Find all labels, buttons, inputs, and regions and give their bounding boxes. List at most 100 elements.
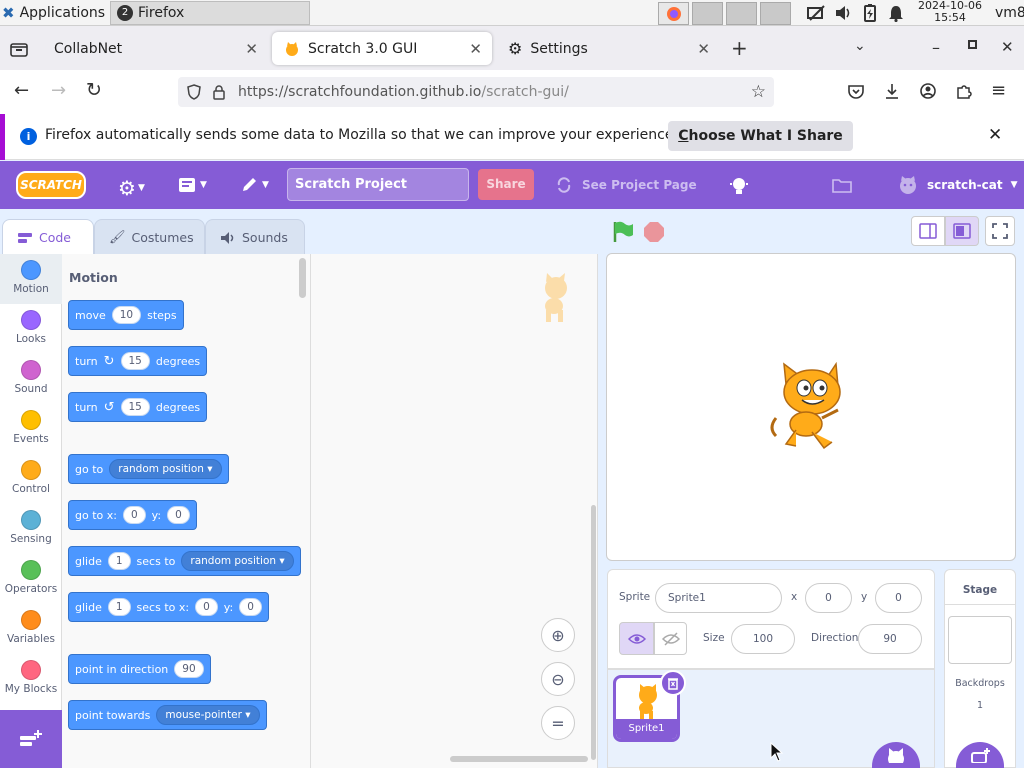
block-turn-left[interactable]: turn ↺ 15 degrees — [68, 392, 208, 422]
minimize-icon[interactable]: – — [932, 38, 940, 57]
target-dropdown[interactable]: random position ▾ — [181, 551, 294, 571]
close-notice-icon[interactable]: ✕ — [988, 125, 1002, 145]
green-flag-icon[interactable] — [611, 220, 635, 244]
zoom-reset-button[interactable]: = — [541, 706, 575, 740]
battery-icon[interactable] — [862, 3, 878, 23]
bookmark-star-icon[interactable]: ☆ — [751, 82, 766, 102]
workspace-vertical-scrollbar[interactable] — [591, 505, 596, 760]
account-icon[interactable] — [919, 82, 937, 100]
close-window-icon[interactable]: ✕ — [1001, 38, 1014, 56]
tab-scratch[interactable]: Scratch 3.0 GUI ✕ — [272, 32, 492, 65]
y-input[interactable]: 0 — [239, 598, 262, 616]
secs-input[interactable]: 1 — [107, 552, 131, 570]
share-button[interactable]: Share — [478, 169, 534, 200]
firefox-view-icon[interactable] — [8, 38, 30, 60]
url-bar[interactable]: https://scratchfoundation.github.io /scr… — [178, 77, 774, 107]
degrees-input[interactable]: 15 — [120, 398, 150, 416]
volume-icon[interactable] — [834, 4, 854, 22]
maximize-icon[interactable] — [968, 40, 977, 49]
choose-what-i-share-button[interactable]: Choose What I Share — [668, 121, 853, 151]
hamburger-menu-icon[interactable]: ≡ — [991, 80, 1006, 101]
block-turn-right[interactable]: turn ↻ 15 degrees — [68, 346, 208, 376]
tab-sounds[interactable]: Sounds — [205, 219, 305, 255]
file-menu[interactable]: ▼ — [178, 176, 207, 194]
direction-input[interactable]: 90 — [174, 660, 204, 678]
degrees-input[interactable]: 15 — [120, 352, 150, 370]
tab-costumes[interactable]: 🖌 Costumes — [94, 219, 205, 255]
category-events[interactable]: Events — [0, 404, 62, 454]
category-sensing[interactable]: Sensing — [0, 504, 62, 554]
taskbar-firefox-button[interactable]: 2 Firefox — [110, 1, 310, 25]
lock-icon[interactable] — [212, 84, 226, 100]
scratch-logo[interactable]: SCRATCH — [16, 171, 86, 199]
block-go-to[interactable]: go to random position ▾ — [68, 454, 229, 484]
x-position-input[interactable]: 0 — [805, 583, 852, 613]
steps-input[interactable]: 10 — [111, 306, 142, 324]
category-my-blocks[interactable]: My Blocks — [0, 654, 62, 704]
palette-scrollbar[interactable] — [299, 258, 306, 298]
forward-arrow-icon[interactable]: → — [51, 80, 66, 101]
block-move-steps[interactable]: move 10 steps — [68, 300, 184, 330]
x-input[interactable]: 0 — [122, 506, 146, 524]
y-position-input[interactable]: 0 — [875, 583, 922, 613]
workspace-1[interactable] — [658, 2, 689, 25]
zoom-out-button[interactable]: ⊖ — [541, 662, 575, 696]
size-input[interactable]: 100 — [731, 624, 795, 654]
secs-input[interactable]: 1 — [107, 598, 131, 616]
workspace-4[interactable] — [760, 2, 791, 25]
block-point-towards[interactable]: point towards mouse-pointer ▾ — [68, 700, 267, 730]
zoom-in-button[interactable]: ⊕ — [541, 618, 575, 652]
clock[interactable]: 2024-10-06 15:54 — [914, 0, 986, 24]
shield-icon[interactable] — [186, 83, 202, 101]
workspace-3[interactable] — [726, 2, 757, 25]
large-stage-button[interactable] — [945, 216, 979, 246]
back-arrow-icon[interactable]: ← — [14, 80, 29, 101]
direction-input[interactable]: 90 — [858, 624, 922, 654]
workspace-horizontal-scrollbar[interactable] — [450, 756, 588, 762]
stop-icon[interactable] — [643, 221, 665, 243]
delete-sprite-button[interactable] — [660, 670, 686, 696]
category-operators[interactable]: Operators — [0, 554, 62, 604]
hide-sprite-button[interactable] — [654, 622, 687, 655]
settings-menu[interactable]: ⚙ ▼ — [118, 176, 145, 200]
list-all-tabs-chevron-down-icon[interactable]: ⌄ — [854, 38, 866, 54]
add-extension-button[interactable] — [0, 710, 62, 768]
notification-bell-icon[interactable] — [887, 4, 905, 22]
target-dropdown[interactable]: random position ▾ — [109, 459, 222, 479]
reload-icon[interactable]: ↻ — [86, 79, 102, 101]
account-menu[interactable]: scratch-cat ▼ — [897, 175, 1018, 195]
network-icon[interactable] — [806, 4, 826, 22]
category-looks[interactable]: Looks — [0, 304, 62, 354]
target-dropdown[interactable]: mouse-pointer ▾ — [156, 705, 260, 725]
see-project-page-button[interactable]: See Project Page — [556, 177, 697, 193]
block-go-to-xy[interactable]: go to x: 0 y: 0 — [68, 500, 197, 530]
tab-collabnet[interactable]: CollabNet ✕ — [42, 32, 268, 65]
backdrop-thumbnail[interactable] — [948, 616, 1012, 664]
download-icon[interactable] — [883, 82, 901, 100]
block-glide-to-xy[interactable]: glide 1 secs to x: 0 y: 0 — [68, 592, 269, 622]
fullscreen-button[interactable] — [985, 216, 1015, 246]
new-tab-button[interactable]: + — [731, 36, 748, 60]
edit-menu[interactable]: ▼ — [240, 176, 269, 194]
tab-code[interactable]: Code — [2, 219, 94, 255]
project-title-input[interactable]: Scratch Project — [287, 168, 469, 201]
small-stage-button[interactable] — [911, 216, 945, 246]
block-glide-to[interactable]: glide 1 secs to random position ▾ — [68, 546, 301, 576]
close-icon[interactable]: ✕ — [697, 40, 710, 58]
show-sprite-button[interactable] — [619, 622, 654, 655]
stage-selector-panel[interactable] — [944, 569, 1016, 768]
pocket-icon[interactable] — [847, 83, 865, 101]
lightbulb-icon[interactable] — [729, 175, 749, 197]
tab-settings[interactable]: ⚙ Settings ✕ — [496, 32, 720, 65]
category-control[interactable]: Control — [0, 454, 62, 504]
x-input[interactable]: 0 — [195, 598, 218, 616]
category-variables[interactable]: Variables — [0, 604, 62, 654]
sprite-cat[interactable] — [766, 362, 854, 454]
category-sound[interactable]: Sound — [0, 354, 62, 404]
block-point-in-direction[interactable]: point in direction 90 — [68, 654, 211, 684]
close-icon[interactable]: ✕ — [245, 40, 258, 58]
sprite-name-input[interactable]: Sprite1 — [655, 583, 782, 613]
y-input[interactable]: 0 — [167, 506, 190, 524]
folder-icon[interactable] — [832, 177, 852, 193]
applications-menu[interactable]: ✖ Applications — [2, 1, 105, 25]
